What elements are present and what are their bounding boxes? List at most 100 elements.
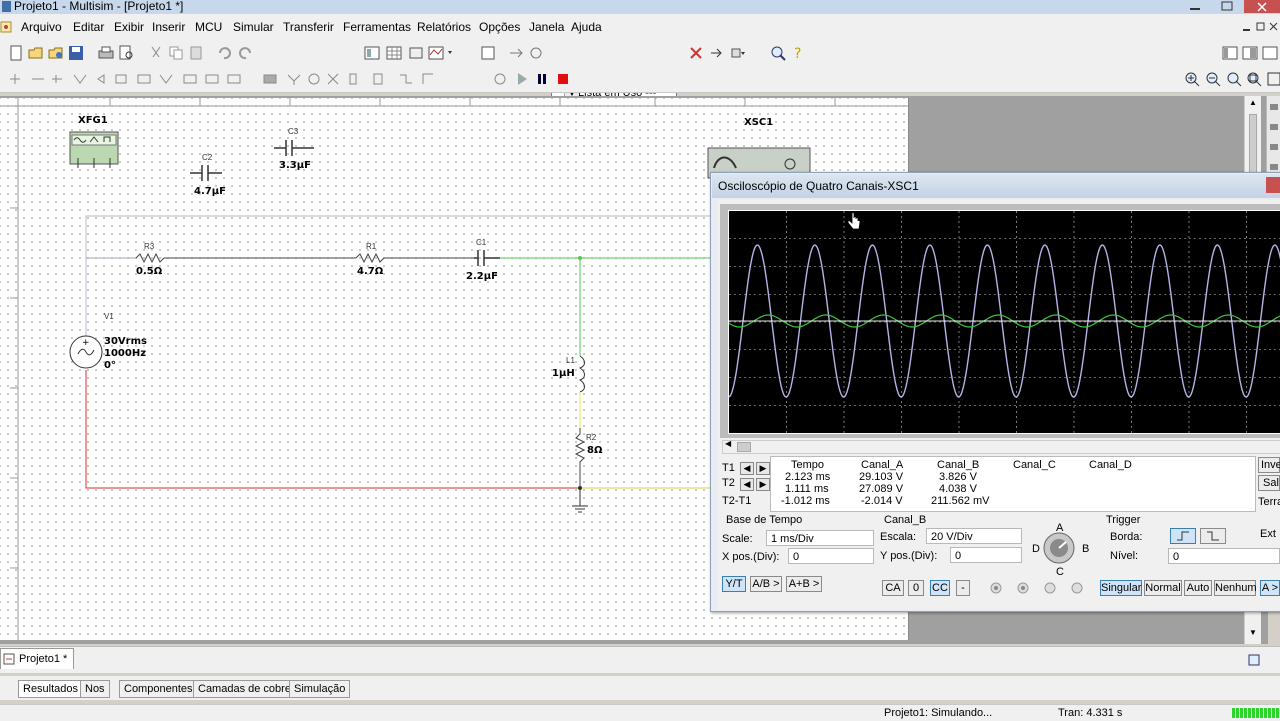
pause-icon[interactable]	[534, 71, 550, 87]
menu-ferramentas[interactable]: Ferramentas	[343, 20, 411, 34]
zoom-area-icon[interactable]	[1226, 71, 1242, 87]
interactive-icon[interactable]	[492, 71, 508, 87]
probe-icon[interactable]	[370, 71, 386, 87]
scroll-up-icon[interactable]: ▲	[1249, 98, 1257, 107]
ab-button[interactable]: A/B >	[750, 576, 782, 592]
open-icon[interactable]	[28, 45, 44, 61]
menu-simular[interactable]: Simular	[233, 20, 274, 34]
layout-icon-3[interactable]	[1262, 45, 1278, 61]
description-box-icon[interactable]	[480, 45, 496, 61]
tab-componentes[interactable]: Componentes	[119, 680, 198, 698]
yt-button[interactable]: Y/T	[722, 576, 746, 592]
none-button[interactable]: Nenhum	[1214, 580, 1257, 596]
zero-coupling-button[interactable]: 0	[908, 580, 924, 596]
dc-coupling-button[interactable]: CC	[930, 580, 950, 596]
undo-icon[interactable]	[216, 45, 232, 61]
run-icon[interactable]	[514, 71, 530, 87]
tab-resultados[interactable]: Resultados	[18, 680, 84, 698]
invert-button[interactable]: Inve	[1258, 457, 1280, 473]
maximize-icon[interactable]	[1212, 0, 1242, 13]
menu-janela[interactable]: Janela	[529, 20, 564, 34]
terminal-radio-icons[interactable]	[990, 582, 1086, 596]
grapher-icon[interactable]	[428, 45, 444, 61]
back-annotate-icon[interactable]	[528, 45, 544, 61]
scope-horizontal-scrollbar[interactable]: ◀	[722, 439, 1280, 454]
find-examples-icon[interactable]	[770, 45, 786, 61]
redo-icon[interactable]	[238, 45, 254, 61]
menu-opcoes[interactable]: Opções	[479, 20, 520, 34]
menu-ajuda[interactable]: Ajuda	[571, 20, 602, 34]
tab-projeto1[interactable]: Projeto1 *	[0, 648, 74, 669]
rising-edge-icon[interactable]	[1170, 528, 1196, 544]
menu-mcu[interactable]: MCU	[195, 20, 222, 34]
tab-simulacao[interactable]: Simulação	[289, 680, 351, 698]
auto-button[interactable]: Auto	[1184, 580, 1212, 596]
falling-edge-icon[interactable]	[1200, 528, 1226, 544]
channel-selector-knob[interactable]	[1043, 532, 1075, 564]
trigger-source-button[interactable]: A >	[1260, 580, 1280, 596]
normal-button[interactable]: Normal	[1144, 580, 1182, 596]
mdi-window-controls[interactable]	[1240, 20, 1280, 34]
single-button[interactable]: Singular	[1100, 580, 1142, 596]
close-icon[interactable]	[1244, 0, 1280, 13]
menu-relatorios[interactable]: Relatórios	[417, 20, 471, 34]
help-icon[interactable]: ?	[790, 45, 806, 61]
ground-label[interactable]: Terra	[1258, 496, 1280, 508]
print-icon[interactable]	[98, 45, 114, 61]
ac-coupling-button[interactable]: CA	[882, 580, 904, 596]
save-button[interactable]: Sal	[1258, 475, 1280, 491]
stop-icon[interactable]	[555, 71, 571, 87]
a-plus-b-button[interactable]: A+B >	[786, 576, 822, 592]
zoom-out-icon[interactable]	[1205, 71, 1221, 87]
minimize-icon[interactable]	[1180, 0, 1210, 13]
tab-nos[interactable]: Nos	[80, 680, 110, 698]
database-manager-icon[interactable]	[408, 45, 424, 61]
forward-annotate-icon[interactable]	[508, 45, 524, 61]
transfer-menu-icon[interactable]	[730, 45, 746, 61]
scroll-left-icon[interactable]: ◀	[725, 439, 731, 448]
print-preview-icon[interactable]	[118, 45, 134, 61]
t1-right-arrow-icon[interactable]: ▶	[756, 462, 770, 475]
scope-scroll-thumb[interactable]	[737, 442, 751, 452]
component-bin-icons[interactable]	[8, 71, 358, 87]
cut-icon[interactable]	[148, 45, 164, 61]
toggle-toolbox-icon[interactable]	[364, 45, 380, 61]
paste-icon[interactable]	[188, 45, 204, 61]
document-icon[interactable]	[0, 21, 12, 33]
transfer-icon[interactable]	[708, 45, 724, 61]
oscilloscope-titlebar[interactable]: Osciloscópio de Quatro Canais-XSC1	[712, 174, 1280, 198]
t2-right-arrow-icon[interactable]: ▶	[756, 478, 770, 491]
t1-left-arrow-icon[interactable]: ◀	[740, 462, 754, 475]
layout-icon-2[interactable]	[1242, 45, 1258, 61]
minus-button[interactable]: -	[956, 580, 970, 596]
open-samples-icon[interactable]	[48, 45, 64, 61]
dock-icon[interactable]	[1248, 654, 1260, 666]
close-icon[interactable]	[1266, 177, 1280, 193]
scroll-down-icon[interactable]: ▼	[1249, 628, 1257, 637]
erc-icon[interactable]	[688, 45, 704, 61]
wire-icon[interactable]	[420, 71, 436, 87]
copy-icon[interactable]	[168, 45, 184, 61]
scroll-thumb[interactable]	[1249, 114, 1257, 180]
grapher-dropdown-icon[interactable]	[446, 45, 462, 61]
menu-arquivo[interactable]: Arquivo	[21, 20, 62, 34]
menu-inserir[interactable]: Inserir	[152, 20, 185, 34]
ypos-field[interactable]: 0	[950, 547, 1022, 563]
xpos-field[interactable]: 0	[788, 548, 874, 564]
timebase-scale-field[interactable]: 1 ms/Div	[766, 530, 874, 546]
tab-camadas-de-cobre[interactable]: Camadas de cobre	[193, 680, 296, 698]
zoom-fit-icon[interactable]	[1246, 71, 1262, 87]
full-screen-icon[interactable]	[1266, 71, 1280, 87]
scope-display[interactable]	[728, 210, 1280, 434]
new-icon[interactable]	[8, 45, 24, 61]
layout-icon-1[interactable]	[1222, 45, 1238, 61]
zoom-in-icon[interactable]	[1184, 71, 1200, 87]
trigger-level-field[interactable]: 0	[1168, 548, 1280, 564]
channel-scale-field[interactable]: 20 V/Div	[926, 528, 1022, 544]
save-icon[interactable]	[68, 45, 84, 61]
menu-editar[interactable]: Editar	[73, 20, 104, 34]
bus-icon[interactable]	[398, 71, 414, 87]
menu-exibir[interactable]: Exibir	[114, 20, 144, 34]
menu-transferir[interactable]: Transferir	[283, 20, 334, 34]
spreadsheet-icon[interactable]	[386, 45, 402, 61]
